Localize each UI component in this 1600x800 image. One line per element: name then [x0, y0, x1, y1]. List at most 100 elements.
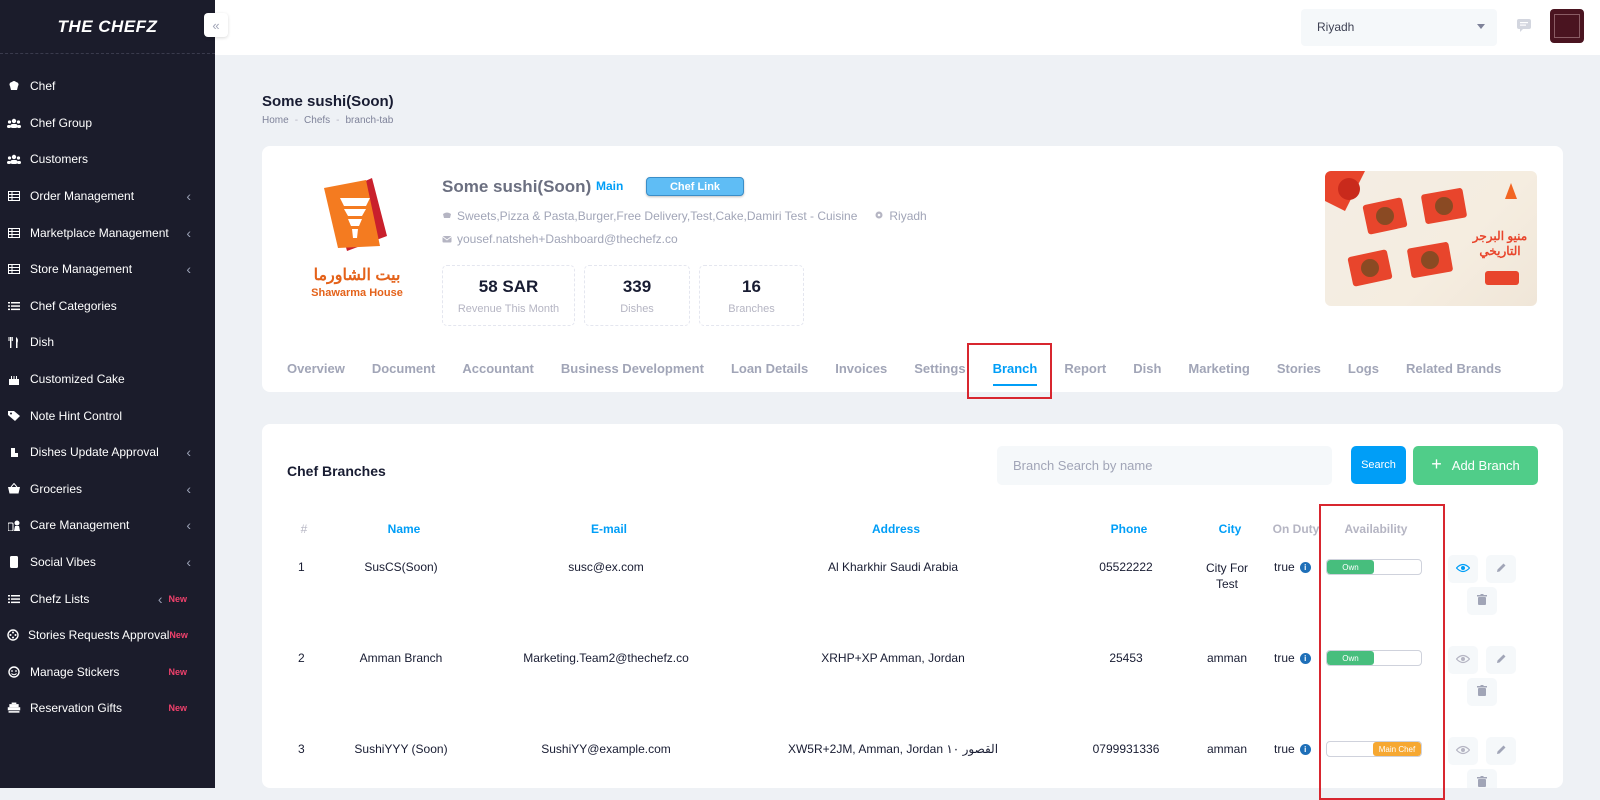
tab-invoices[interactable]: Invoices	[835, 348, 887, 392]
branch-city: amman	[1206, 742, 1248, 756]
delete-button[interactable]	[1467, 587, 1497, 615]
chef-hat-icon	[7, 80, 21, 92]
chevron-left-icon: ‹	[186, 554, 191, 571]
chevron-left-icon: ‹	[186, 517, 191, 534]
row-number: 1	[298, 560, 305, 574]
tab-settings[interactable]: Settings	[914, 348, 965, 392]
sidebar-item-stories-requests-approval[interactable]: Stories Requests Approval New	[0, 617, 215, 654]
shawarma-logo-icon	[324, 178, 387, 251]
sidebar-item-marketplace-management[interactable]: Marketplace Management ‹	[0, 214, 215, 251]
info-icon[interactable]: i	[1299, 561, 1311, 573]
info-icon[interactable]: i	[1299, 652, 1311, 664]
users-icon	[7, 153, 21, 165]
breadcrumb-home[interactable]: Home	[262, 115, 289, 126]
sidebar-item-chef-group[interactable]: Chef Group	[0, 105, 215, 142]
brand-name-arabic: بيت الشاورما	[313, 267, 401, 284]
sidebar-collapse-button[interactable]: «	[204, 13, 228, 37]
view-button[interactable]	[1448, 555, 1478, 583]
delete-button[interactable]	[1467, 678, 1497, 706]
branch-search-input[interactable]	[997, 446, 1332, 485]
gift-icon	[7, 702, 21, 714]
care-icon	[7, 519, 21, 531]
caret-down-icon	[1477, 24, 1485, 29]
page-title: Some sushi(Soon)	[262, 93, 394, 110]
add-branch-button[interactable]: + Add Branch	[1413, 446, 1538, 485]
city-select-value: Riyadh	[1317, 20, 1355, 34]
branches-title: Chef Branches	[287, 463, 386, 479]
availability-column-highlight	[1319, 504, 1445, 800]
row-number: 2	[298, 651, 305, 665]
eye-icon	[1455, 651, 1471, 669]
sidebar-item-manage-stickers[interactable]: Manage Stickers New	[0, 654, 215, 691]
new-badge: New	[169, 630, 188, 641]
cover-image: منيو البرجر التاريخي	[1325, 171, 1537, 306]
tab-overview[interactable]: Overview	[287, 348, 345, 392]
sidebar-item-label: Reservation Gifts	[30, 701, 123, 716]
tab-dish[interactable]: Dish	[1133, 348, 1161, 392]
branch-city: City For Test	[1206, 561, 1248, 591]
app-logo[interactable]: THE CHEFZ	[0, 0, 215, 54]
col-header-email[interactable]: E-mail	[591, 522, 627, 536]
col-header-address[interactable]: Address	[872, 522, 920, 536]
info-icon[interactable]: i	[1299, 743, 1311, 755]
col-header-name[interactable]: Name	[388, 522, 421, 536]
search-button[interactable]: Search	[1351, 446, 1406, 484]
tab-document[interactable]: Document	[372, 348, 436, 392]
phone-icon	[7, 556, 21, 569]
edit-button[interactable]	[1486, 737, 1516, 765]
view-button[interactable]	[1448, 646, 1478, 674]
tab-report[interactable]: Report	[1064, 348, 1106, 392]
tab-accountant[interactable]: Accountant	[462, 348, 534, 392]
sidebar-item-care-management[interactable]: Care Management ‹	[0, 507, 215, 544]
city-select[interactable]: Riyadh	[1301, 9, 1497, 46]
col-header-on-duty: On Duty	[1272, 522, 1320, 536]
sidebar: THE CHEFZ Chef Chef Group Customers Order M…	[0, 0, 215, 788]
chef-email: yousef.natsheh+Dashboard@thechefz.co	[457, 232, 678, 246]
chef-name: Some sushi(Soon)	[442, 177, 592, 196]
sidebar-item-social-vibes[interactable]: Social Vibes ‹	[0, 544, 215, 581]
sidebar-item-dish[interactable]: Dish	[0, 324, 215, 361]
sidebar-item-label: Marketplace Management	[30, 225, 169, 240]
tab-loan-details[interactable]: Loan Details	[731, 348, 808, 392]
sidebar-item-order-management[interactable]: Order Management ‹	[0, 178, 215, 215]
delete-button[interactable]	[1467, 769, 1497, 788]
edit-button[interactable]	[1486, 555, 1516, 583]
sidebar-item-label: Groceries	[30, 481, 83, 496]
on-duty-status: true i	[1274, 651, 1311, 665]
tab-business-development[interactable]: Business Development	[561, 348, 704, 392]
sidebar-item-groceries[interactable]: Groceries ‹	[0, 471, 215, 508]
tab-logs[interactable]: Logs	[1348, 348, 1379, 392]
chef-link-button[interactable]: Chef Link	[646, 177, 744, 196]
view-button[interactable]	[1448, 737, 1478, 765]
tab-stories[interactable]: Stories	[1277, 348, 1321, 392]
sidebar-item-note-hint-control[interactable]: Note Hint Control	[0, 397, 215, 434]
new-badge: New	[168, 593, 187, 604]
sidebar-item-chef-categories[interactable]: Chef Categories	[0, 288, 215, 325]
add-branch-label: Add Branch	[1451, 458, 1520, 473]
edit-button[interactable]	[1486, 646, 1516, 674]
breadcrumb-chefs[interactable]: Chefs	[304, 115, 330, 126]
sidebar-item-label: Customized Cake	[30, 372, 125, 387]
stat-dishes: 339 Dishes	[584, 265, 690, 326]
cuisine-row: Sweets,Pizza & Pasta,Burger,Free Deliver…	[442, 209, 927, 223]
chevron-left-icon: ‹	[186, 188, 191, 205]
col-header-city[interactable]: City	[1219, 522, 1242, 536]
sidebar-item-customized-cake[interactable]: Customized Cake	[0, 361, 215, 398]
sidebar-item-label: Chef Group	[30, 115, 93, 130]
sidebar-item-chef[interactable]: Chef	[0, 68, 215, 105]
sidebar-item-store-management[interactable]: Store Management ‹	[0, 251, 215, 288]
breadcrumb-current: branch-tab	[345, 115, 394, 126]
sidebar-item-reservation-gifts[interactable]: Reservation Gifts New	[0, 690, 215, 727]
col-header-phone[interactable]: Phone	[1111, 522, 1148, 536]
sidebar-item-customers[interactable]: Customers	[0, 141, 215, 178]
trash-icon	[1477, 683, 1487, 701]
sidebar-item-chefz-lists[interactable]: Chefz Lists ‹ New	[0, 580, 215, 617]
tab-related-brands[interactable]: Related Brands	[1406, 348, 1501, 392]
chat-icon[interactable]	[1516, 18, 1532, 32]
approval-icon	[7, 446, 21, 458]
sidebar-item-dishes-update-approval[interactable]: Dishes Update Approval ‹	[0, 434, 215, 471]
on-duty-value: true	[1274, 742, 1295, 756]
user-avatar[interactable]	[1550, 9, 1584, 43]
tab-marketing[interactable]: Marketing	[1188, 348, 1249, 392]
table-icon	[7, 263, 21, 275]
